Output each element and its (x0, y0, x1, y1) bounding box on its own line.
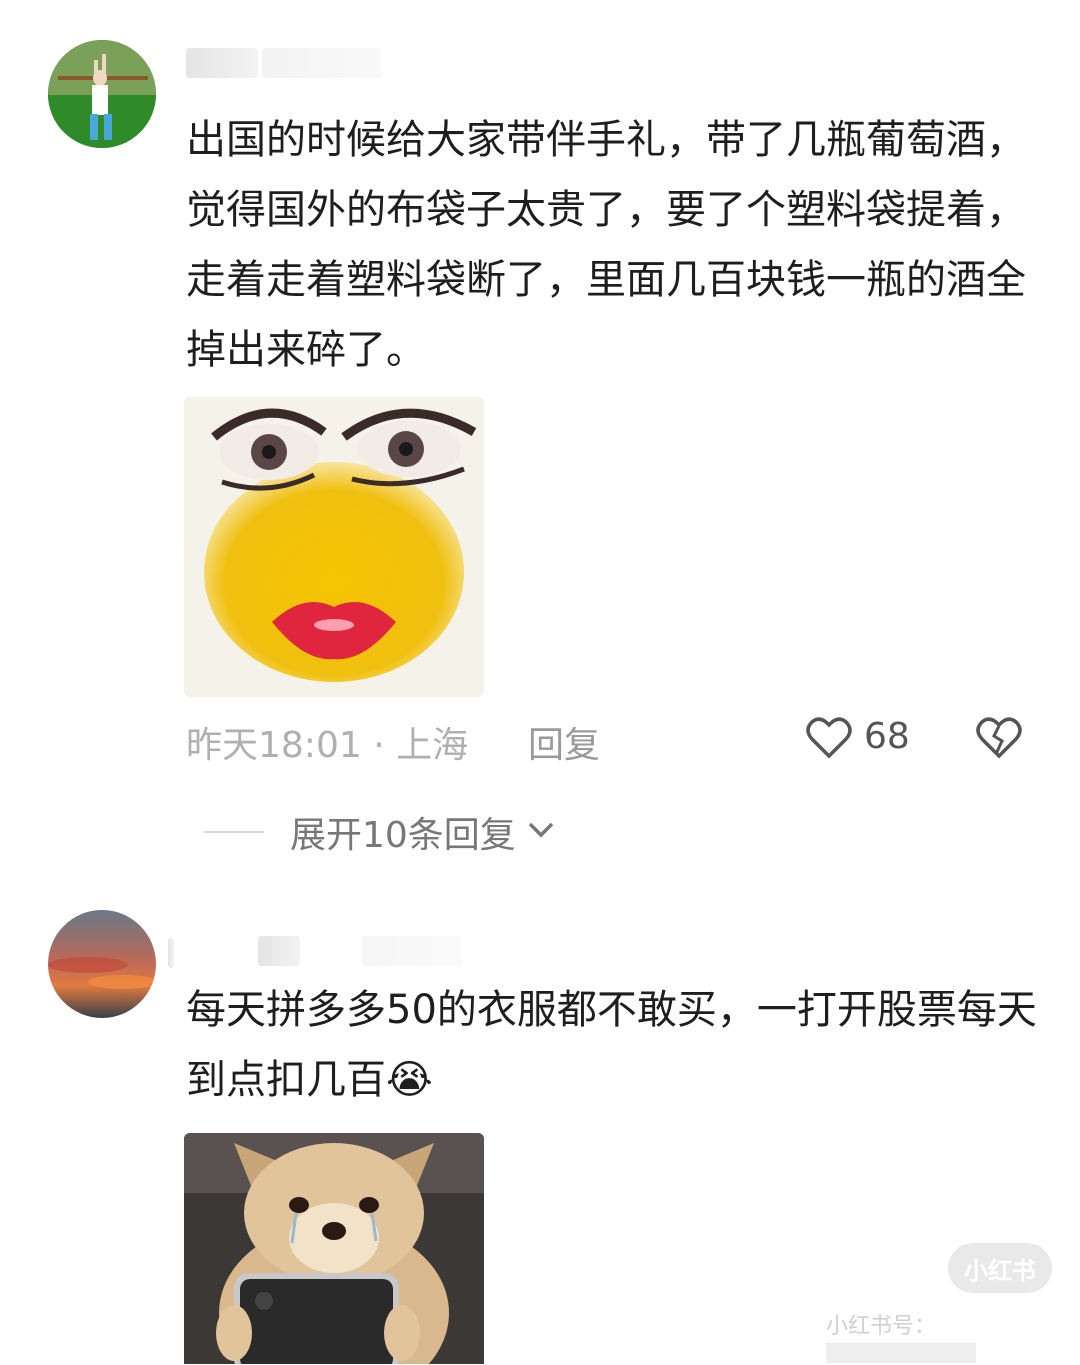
username-blurred[interactable] (362, 936, 462, 966)
watermark-badge: 小红书 (948, 1243, 1052, 1293)
comment-text: 出国的时候给大家带伴手礼，带了几瓶葡萄酒，觉得国外的布袋子太贵了，要了个塑料袋提… (186, 117, 1026, 373)
divider (204, 831, 264, 833)
like-count: 68 (864, 716, 910, 757)
expand-replies-label: 展开10条回复 (290, 815, 516, 856)
makeup-face-meme-icon (184, 397, 484, 697)
comment-image[interactable] (184, 397, 484, 697)
comment-image[interactable] (184, 1133, 484, 1364)
comment-time-location: 昨天18:01 · 上海 (186, 725, 469, 766)
username-blurred[interactable] (258, 936, 300, 966)
comment-text: 每天拼多多50的衣服都不敢买，一打开股票每天到点扣几百😭 (186, 987, 1037, 1103)
crying-dog-phone-meme-icon (184, 1133, 484, 1364)
dislike-broken-heart-icon[interactable] (976, 716, 1022, 764)
watermark-id-label: 小红书号： (826, 1314, 937, 1339)
chevron-down-icon (526, 820, 556, 844)
username-blurred[interactable] (262, 48, 382, 78)
avatar[interactable] (48, 40, 156, 148)
reply-button[interactable]: 回复 (528, 716, 600, 768)
like-heart-icon[interactable] (806, 716, 852, 764)
watermark-id-blurred (826, 1343, 976, 1363)
username-blurred[interactable] (186, 48, 258, 78)
avatar[interactable] (48, 910, 156, 1018)
expand-replies[interactable]: 展开10条回复 (204, 806, 556, 858)
watermark-id: 小红书号： (826, 1308, 1080, 1365)
username-blurred[interactable] (168, 938, 174, 968)
